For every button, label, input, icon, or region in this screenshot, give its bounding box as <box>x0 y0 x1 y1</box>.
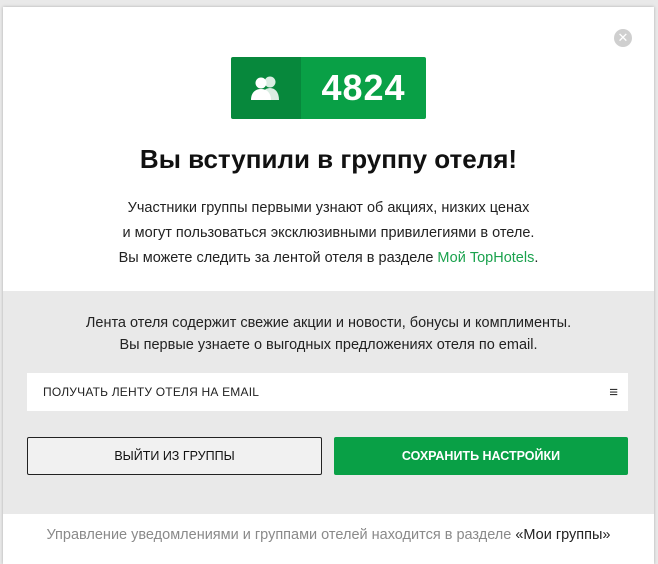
my-groups-link[interactable]: «Мои группы» <box>515 527 610 543</box>
leave-group-button[interactable]: ВЫЙТИ ИЗ ГРУППЫ <box>27 437 322 475</box>
join-description: Участники группы первыми узнают об акция… <box>3 196 654 271</box>
menu-icon[interactable]: ≡ <box>609 384 618 401</box>
member-count: 4824 <box>301 57 426 119</box>
group-joined-modal: ✕ 4824 Вы вступили в группу отеля! Участ… <box>3 7 654 564</box>
description-line: и могут пользоваться эксклюзивными приви… <box>122 225 535 241</box>
feed-settings-section: Лента отеля содержит свежие акции и ново… <box>3 291 654 514</box>
feed-description-line: Лента отеля содержит свежие акции и ново… <box>85 315 572 331</box>
description-line: Вы можете следить за лентой отеля в разд… <box>3 246 654 271</box>
my-tophotels-link[interactable]: Мой TopHotels <box>437 250 534 266</box>
group-member-counter: 4824 <box>231 57 426 119</box>
description-text: Вы можете следить за лентой отеля в разд… <box>118 250 438 266</box>
feed-delivery-select[interactable]: ПОЛУЧАТЬ ЛЕНТУ ОТЕЛЯ НА EMAIL ≡ <box>27 373 628 411</box>
footer-note: Управление уведомлениями и группами отел… <box>3 527 654 543</box>
save-settings-button[interactable]: СОХРАНИТЬ НАСТРОЙКИ <box>334 437 628 475</box>
description-period: . <box>534 250 539 266</box>
close-icon[interactable]: ✕ <box>614 29 632 47</box>
group-users-icon <box>231 57 301 119</box>
feed-description-line: Вы первые узнаете о выгодных предложения… <box>119 337 538 353</box>
feed-delivery-value: ПОЛУЧАТЬ ЛЕНТУ ОТЕЛЯ НА EMAIL <box>43 385 260 399</box>
feed-description: Лента отеля содержит свежие акции и ново… <box>3 312 654 356</box>
description-line: Участники группы первыми узнают об акция… <box>127 200 530 216</box>
footer-text: Управление уведомлениями и группами отел… <box>46 527 516 543</box>
users-icon-graphic <box>251 76 279 100</box>
page-title: Вы вступили в группу отеля! <box>139 144 518 174</box>
